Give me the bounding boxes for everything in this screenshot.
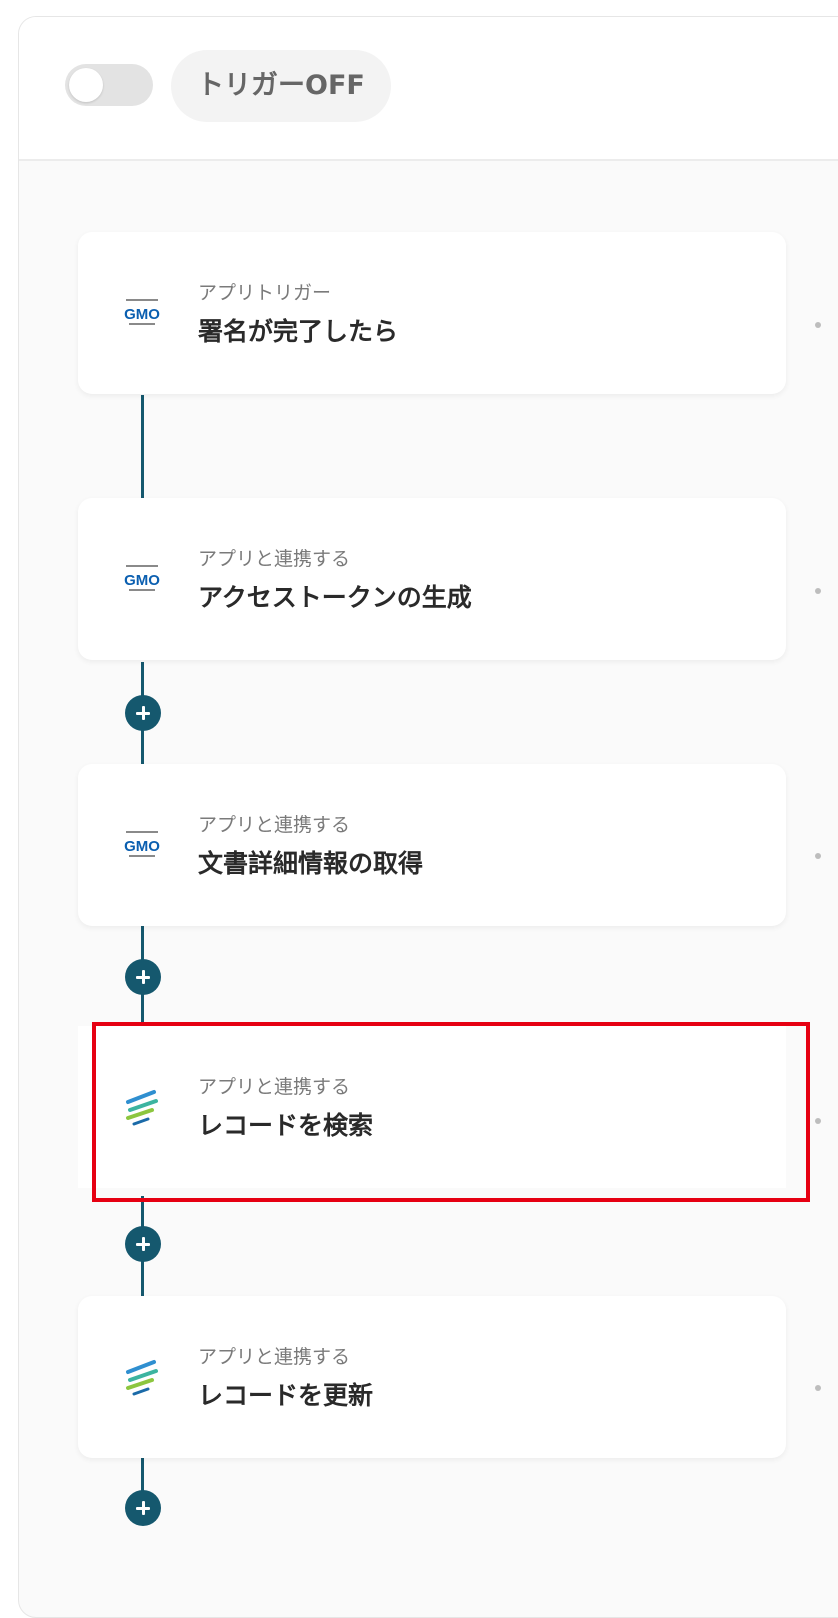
- svg-text:GMO: GMO: [124, 306, 160, 323]
- step-title: レコードを更新: [198, 1381, 374, 1410]
- add-step-button[interactable]: [125, 1490, 161, 1526]
- gmo-sign-icon: GMO: [124, 831, 160, 857]
- step-type-label: アプリトリガー: [198, 282, 332, 304]
- step-title: レコードを検索: [198, 1111, 374, 1140]
- kintone-icon: [126, 1360, 158, 1396]
- step-type-label: アプリと連携する: [198, 1346, 351, 1368]
- flow-step-card[interactable]: アプリと連携する レコードを更新: [78, 1296, 786, 1458]
- kintone-icon: [126, 1090, 158, 1126]
- toggle-knob: [69, 68, 103, 102]
- flow-step-card[interactable]: GMO アプリと連携する 文書詳細情報の取得: [78, 764, 786, 926]
- trigger-status-label: トリガーOFF: [171, 50, 391, 122]
- step-type-label: アプリと連携する: [198, 1076, 351, 1098]
- add-step-button[interactable]: [125, 1226, 161, 1262]
- flow-header: トリガーOFF: [19, 17, 838, 161]
- svg-text:GMO: GMO: [124, 572, 160, 589]
- flow-step-card[interactable]: GMO アプリトリガー 署名が完了したら: [78, 232, 786, 394]
- card-edge-handle: [815, 1385, 821, 1391]
- step-title: アクセストークンの生成: [198, 583, 472, 612]
- gmo-sign-icon: GMO: [124, 299, 160, 325]
- svg-text:GMO: GMO: [124, 838, 160, 855]
- trigger-toggle[interactable]: [65, 64, 153, 106]
- flow-step-card[interactable]: アプリと連携する レコードを検索: [78, 1026, 786, 1188]
- card-edge-handle: [815, 322, 821, 328]
- add-step-button[interactable]: [125, 695, 161, 731]
- connector-line: [141, 395, 144, 498]
- step-type-label: アプリと連携する: [198, 814, 351, 836]
- add-step-button[interactable]: [125, 959, 161, 995]
- flow-step-card[interactable]: GMO アプリと連携する アクセストークンの生成: [78, 498, 786, 660]
- gmo-sign-icon: GMO: [124, 565, 160, 591]
- step-title: 署名が完了したら: [198, 317, 399, 346]
- card-edge-handle: [815, 1118, 821, 1124]
- step-type-label: アプリと連携する: [198, 548, 351, 570]
- card-edge-handle: [815, 853, 821, 859]
- card-edge-handle: [815, 588, 821, 594]
- step-title: 文書詳細情報の取得: [198, 849, 424, 878]
